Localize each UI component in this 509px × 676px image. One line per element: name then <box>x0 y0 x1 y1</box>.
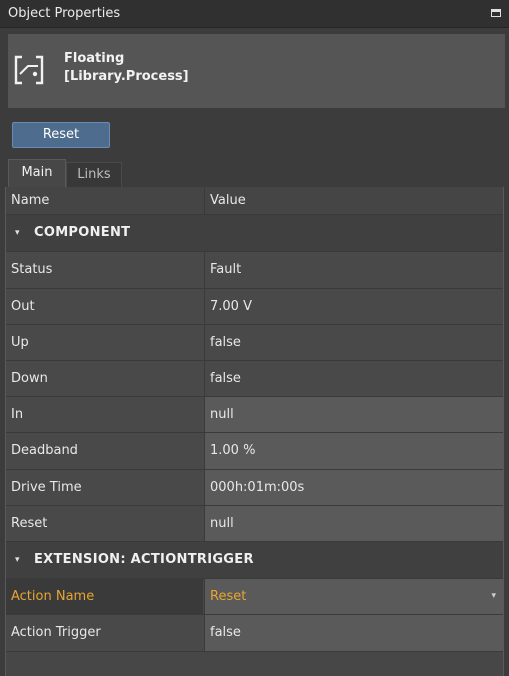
section-component[interactable]: ▾ COMPONENT <box>6 215 503 252</box>
tab-links[interactable]: Links <box>66 162 122 187</box>
tab-main[interactable]: Main <box>8 159 66 187</box>
property-value-editor[interactable]: 000h:01m:00s <box>204 470 503 505</box>
property-value: false <box>204 361 503 396</box>
maximize-icon[interactable] <box>491 9 501 17</box>
property-name: Drive Time <box>11 480 82 495</box>
property-value: 7.00 V <box>204 289 503 324</box>
dropdown-arrow-icon[interactable]: ▾ <box>491 579 496 614</box>
column-header-name[interactable]: Name <box>6 187 203 214</box>
object-name: Floating <box>64 51 125 66</box>
property-name: Up <box>11 335 29 350</box>
panel-titlebar: Object Properties <box>0 0 509 28</box>
chevron-down-icon[interactable]: ▾ <box>15 542 20 578</box>
property-value-editor[interactable]: null <box>204 506 503 541</box>
property-value: Fault <box>204 252 503 288</box>
property-value: false <box>204 325 503 360</box>
property-row[interactable]: Deadband 1.00 % <box>6 433 503 470</box>
dropdown-value: Reset <box>210 589 247 604</box>
property-value-editor[interactable]: false <box>204 615 503 651</box>
column-header-value[interactable]: Value <box>204 187 503 214</box>
property-value-editor[interactable]: null <box>204 397 503 432</box>
grid-header-row: Name Value <box>6 187 503 215</box>
property-name: Status <box>11 262 53 277</box>
action-name-dropdown[interactable]: Reset ▾ <box>204 579 503 614</box>
property-row[interactable]: Action Trigger false <box>6 615 503 652</box>
property-row[interactable]: In null <box>6 397 503 433</box>
property-row[interactable]: Action Name Reset ▾ <box>6 579 503 615</box>
property-name: Action Name <box>6 579 203 614</box>
property-name: Action Trigger <box>11 625 101 640</box>
chevron-down-icon[interactable]: ▾ <box>15 215 20 251</box>
property-grid: Name Value ▾ COMPONENT Status Fault Out … <box>5 187 504 676</box>
section-label: EXTENSION: ACTIONTRIGGER <box>34 552 254 567</box>
property-row[interactable]: Up false <box>6 325 503 361</box>
floating-process-icon <box>12 53 46 87</box>
section-label: COMPONENT <box>34 225 131 240</box>
property-value-editor[interactable]: 1.00 % <box>204 433 503 469</box>
object-type: [Library.Process] <box>64 69 189 84</box>
reset-button[interactable]: Reset <box>12 122 110 148</box>
property-name: In <box>11 407 24 422</box>
property-name: Reset <box>11 516 48 531</box>
property-row[interactable]: Drive Time 000h:01m:00s <box>6 470 503 506</box>
section-extension[interactable]: ▾ EXTENSION: ACTIONTRIGGER <box>6 542 503 579</box>
property-name: Out <box>11 299 35 314</box>
property-row[interactable]: Status Fault <box>6 252 503 289</box>
property-row[interactable]: Reset null <box>6 506 503 542</box>
property-row[interactable]: Out 7.00 V <box>6 289 503 325</box>
property-name: Down <box>11 371 48 386</box>
property-row[interactable]: Down false <box>6 361 503 397</box>
object-header: Floating [Library.Process] <box>8 34 505 108</box>
panel-title: Object Properties <box>8 6 121 21</box>
property-name: Deadband <box>11 443 78 458</box>
